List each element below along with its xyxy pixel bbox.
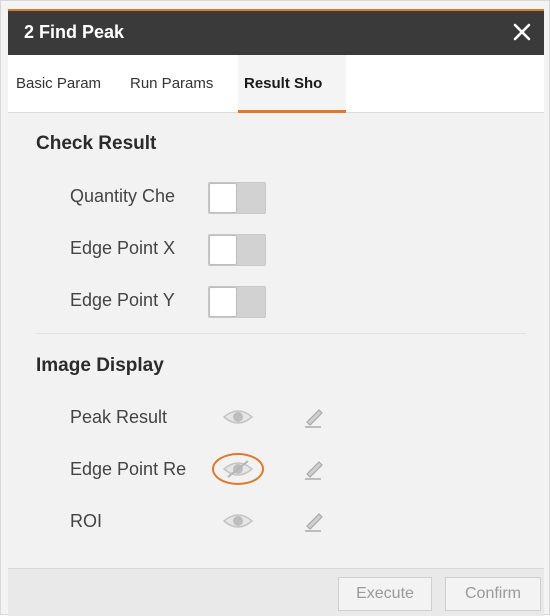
toggle-knob <box>209 287 237 317</box>
result-show-panel: Check Result Quantity Che Edge Point X E… <box>8 113 544 568</box>
confirm-button[interactable]: Confirm <box>445 577 541 611</box>
quantity-check-toggle[interactable] <box>208 182 266 214</box>
peak-result-label: Peak Result <box>70 407 168 427</box>
section-divider <box>36 333 526 334</box>
toggle-knob <box>209 235 237 265</box>
tab-result-show[interactable]: Result Sho <box>238 55 346 113</box>
roi-visibility-button[interactable] <box>218 508 258 534</box>
edge-point-y-label: Edge Point Y <box>70 290 175 310</box>
edge-point-y-toggle[interactable] <box>208 286 266 318</box>
tab-run-params[interactable]: Run Params <box>130 55 234 112</box>
close-button[interactable] <box>508 18 536 46</box>
dialog-title: 2 Find Peak <box>24 22 125 42</box>
tab-basic-params[interactable]: Basic Param <box>16 55 118 112</box>
toggle-knob <box>209 183 237 213</box>
edge-point-x-toggle[interactable] <box>208 234 266 266</box>
dialog-titlebar: 2 Find Peak <box>8 9 544 55</box>
edge-point-result-edit-button[interactable] <box>298 453 328 483</box>
dialog-footer: Execute Confirm <box>8 568 544 616</box>
pencil-icon <box>305 409 323 428</box>
execute-button[interactable]: Execute <box>338 577 432 611</box>
edge-point-result-visibility-button[interactable] <box>212 453 264 485</box>
edge-point-x-label: Edge Point X <box>70 238 176 258</box>
edge-point-result-label: Edge Point Re <box>70 459 187 479</box>
eye-icon <box>222 410 254 424</box>
eye-icon <box>222 514 254 528</box>
roi-edit-button[interactable] <box>298 505 328 535</box>
peak-result-visibility-button[interactable] <box>218 404 258 430</box>
tab-bar: Basic Param Run Params Result Sho <box>8 55 544 113</box>
image-display-title: Image Display <box>36 355 164 376</box>
quantity-check-label: Quantity Che <box>70 186 176 206</box>
find-peak-dialog: 2 Find Peak Basic Param Run Params Resul… <box>0 0 550 616</box>
roi-label: ROI <box>70 511 103 531</box>
pencil-icon <box>305 461 323 480</box>
peak-result-edit-button[interactable] <box>298 401 328 431</box>
close-icon <box>513 23 531 41</box>
eye-hidden-icon <box>222 460 254 478</box>
check-result-title: Check Result <box>36 133 157 154</box>
pencil-icon <box>305 513 323 532</box>
